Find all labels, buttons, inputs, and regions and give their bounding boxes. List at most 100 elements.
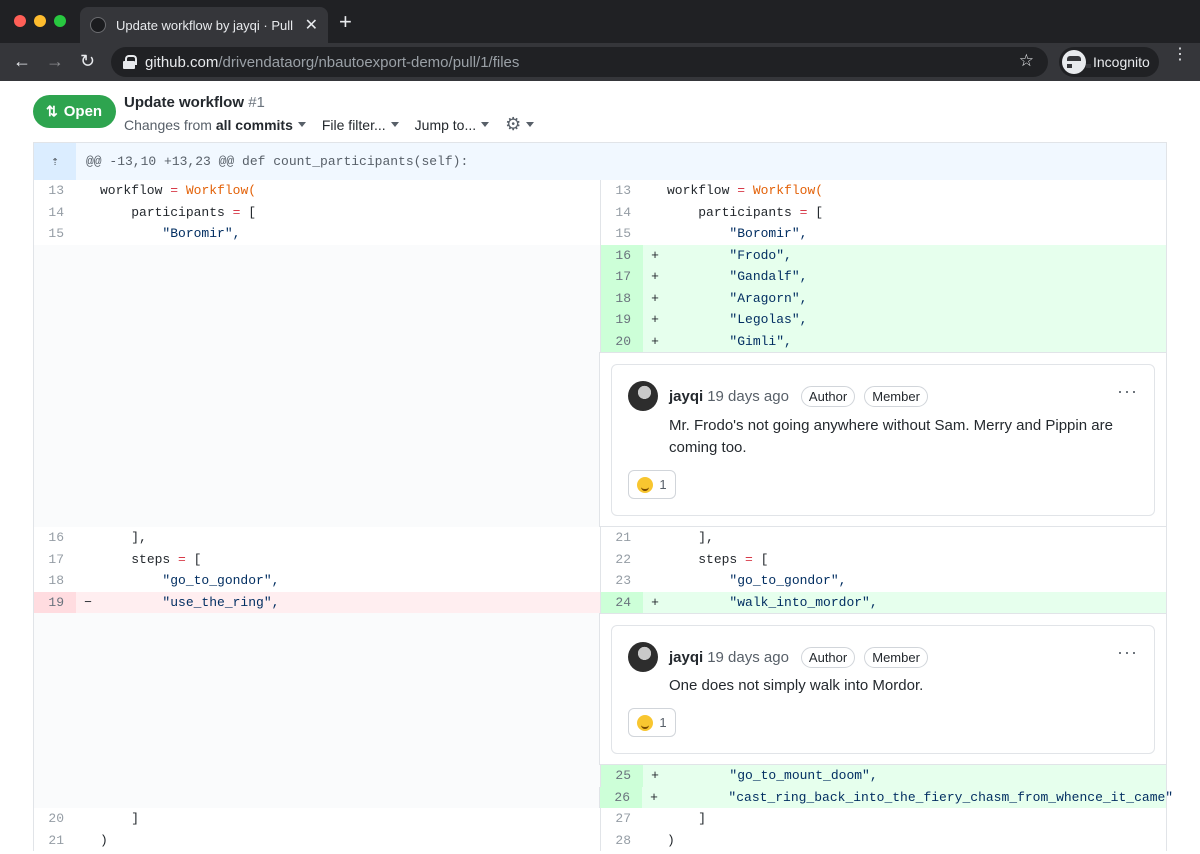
line-number[interactable]: 17 xyxy=(34,549,76,571)
lock-icon xyxy=(123,55,137,69)
more-options-icon[interactable]: ··· xyxy=(1117,642,1138,663)
browser-tab[interactable]: Update workflow by jayqi · Pull ✕ xyxy=(80,7,328,43)
incognito-profile-button[interactable]: Incognito xyxy=(1059,47,1159,77)
changes-from-label: Changes from xyxy=(124,116,212,133)
line-number[interactable]: 24 xyxy=(601,591,643,613)
added-marker: + xyxy=(651,312,659,327)
code-line: ] xyxy=(698,811,707,826)
maximize-window-button[interactable] xyxy=(54,15,66,27)
code-line: "Gandalf", xyxy=(729,269,808,284)
diff-added-cell: 20 + "Gimli", xyxy=(600,330,1166,352)
diff-deleted-cell: 19− "use_the_ring", xyxy=(34,591,600,613)
comment-timestamp[interactable]: 19 days ago xyxy=(707,649,789,666)
author-badge: Author xyxy=(800,385,856,407)
comment-author[interactable]: jayqi xyxy=(669,649,703,666)
incognito-label: Incognito xyxy=(1093,54,1150,70)
code-line: "Gimli", xyxy=(729,333,792,349)
diff-right-cell: 22 steps = [ xyxy=(600,548,1166,571)
diff-settings-dropdown[interactable]: ⚙ xyxy=(505,114,535,135)
url-path: /drivendataorg/nbautoexport-demo/pull/1/… xyxy=(218,53,520,71)
deleted-marker: − xyxy=(84,594,92,610)
line-number[interactable]: 22 xyxy=(601,549,643,571)
line-number[interactable]: 21 xyxy=(601,527,643,549)
back-arrow-icon[interactable]: ← xyxy=(13,51,31,71)
line-number[interactable]: 19 xyxy=(34,591,76,613)
diff-added-cell: 18 + "Aragorn", xyxy=(600,287,1166,309)
diff-left-cell: 21 ) xyxy=(34,830,600,852)
diff-left-cell: 15 "Boromir", xyxy=(34,223,600,245)
diff-right-cell: 15 "Boromir", xyxy=(600,223,1166,245)
code-line: steps = [ xyxy=(131,551,202,567)
line-number[interactable]: 15 xyxy=(34,223,76,245)
pr-title-text: Update workflow xyxy=(124,94,245,111)
diff-empty-cell xyxy=(34,352,599,527)
changes-scope: all commits xyxy=(215,116,293,133)
line-number[interactable]: 20 xyxy=(601,330,643,352)
diff-left-cell: 17 steps = [ xyxy=(34,549,600,571)
line-number[interactable]: 17 xyxy=(601,266,643,288)
bookmark-star-icon[interactable]: ☆ xyxy=(1019,51,1034,71)
jump-to-dropdown[interactable]: Jump to... xyxy=(415,117,490,133)
code-line: workflow = Workflow( xyxy=(667,183,824,198)
minimize-window-button[interactable] xyxy=(34,15,46,27)
hunk-header-text: @@ -13,10 +13,23 @@ def count_participan… xyxy=(86,154,469,169)
line-number[interactable]: 28 xyxy=(601,830,643,852)
hunk-header: ⇡ @@ -13,10 +13,23 @@ def count_particip… xyxy=(34,142,1166,180)
diff-added-cell: 24 + "walk_into_mordor", xyxy=(600,591,1166,613)
close-window-button[interactable] xyxy=(14,15,26,27)
code-line: ) xyxy=(667,832,675,848)
diff-empty-cell xyxy=(34,613,599,765)
reaction-button[interactable]: 1 xyxy=(628,708,676,737)
line-number[interactable]: 16 xyxy=(601,244,643,266)
expand-up-icon[interactable]: ⇡ xyxy=(34,143,76,180)
line-number[interactable]: 13 xyxy=(34,180,76,202)
line-number[interactable]: 26 xyxy=(600,786,642,808)
line-number[interactable]: 14 xyxy=(34,202,76,224)
line-number[interactable]: 20 xyxy=(34,808,76,830)
file-filter-label: File filter... xyxy=(321,116,386,133)
comment-timestamp[interactable]: 19 days ago xyxy=(707,388,789,405)
chevron-down-icon xyxy=(297,122,306,127)
avatar[interactable] xyxy=(628,381,658,411)
added-marker: + xyxy=(651,333,659,349)
line-number[interactable]: 27 xyxy=(601,808,643,830)
pr-state-label: Open xyxy=(63,103,103,120)
line-number[interactable]: 14 xyxy=(601,202,643,224)
line-number[interactable]: 13 xyxy=(601,180,643,202)
code-line: ) xyxy=(100,832,108,848)
diff-row: 16 + "Frodo", xyxy=(34,244,1166,266)
changes-from-dropdown[interactable]: Changes from all commits xyxy=(124,117,306,133)
line-number[interactable]: 18 xyxy=(34,570,76,592)
new-tab-button[interactable]: + xyxy=(339,11,352,33)
avatar[interactable] xyxy=(628,642,658,672)
pr-number: #1 xyxy=(248,94,265,111)
diff-row: 18 + "Aragorn", xyxy=(34,287,1166,309)
tab-close-icon[interactable]: ✕ xyxy=(305,15,318,35)
line-number[interactable]: 15 xyxy=(601,223,643,245)
line-number[interactable]: 21 xyxy=(34,830,76,852)
code-line: "cast_ring_back_into_the_fiery_chasm_fro… xyxy=(728,789,1174,805)
comment-author[interactable]: jayqi xyxy=(669,388,703,405)
diff-empty-cell xyxy=(34,309,600,331)
line-number[interactable]: 25 xyxy=(601,765,643,787)
diff-row: 18 "go_to_gondor", 23 "go_to_gondor", xyxy=(34,570,1166,592)
line-number[interactable]: 19 xyxy=(601,309,643,331)
diff-row: 19 + "Legolas", xyxy=(34,309,1166,331)
git-pull-request-icon: ⇅ xyxy=(46,103,58,119)
line-number[interactable]: 23 xyxy=(601,570,643,592)
forward-arrow-icon[interactable]: → xyxy=(46,51,64,71)
browser-menu-icon[interactable]: ⋮ xyxy=(1172,47,1188,63)
code-line: "go_to_gondor", xyxy=(162,573,280,588)
diff-empty-cell xyxy=(34,266,600,288)
chevron-down-icon xyxy=(390,122,399,127)
more-options-icon[interactable]: ··· xyxy=(1117,381,1138,402)
reload-icon[interactable]: ↻ xyxy=(80,51,95,71)
line-number[interactable]: 16 xyxy=(34,527,76,549)
line-number[interactable]: 18 xyxy=(601,287,643,309)
code-line: workflow = Workflow( xyxy=(100,183,257,198)
file-filter-dropdown[interactable]: File filter... xyxy=(322,117,399,133)
address-bar[interactable]: github.com/drivendataorg/nbautoexport-de… xyxy=(111,47,1048,77)
reaction-button[interactable]: 1 xyxy=(628,470,676,499)
diff-left-cell: 16 ], xyxy=(34,527,600,549)
comment-body: One does not simply walk into Mordor. xyxy=(669,677,924,694)
